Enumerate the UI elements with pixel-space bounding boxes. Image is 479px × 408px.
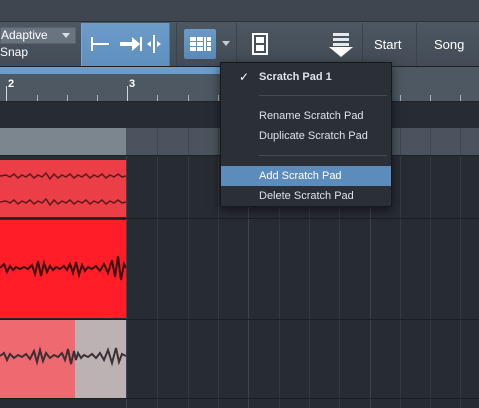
snap-label[interactable]: Snap xyxy=(0,45,28,59)
bar-number: 2 xyxy=(8,78,15,90)
split-tool-icon[interactable] xyxy=(144,33,164,55)
waveform xyxy=(0,346,126,367)
lane-grid-line xyxy=(218,128,219,155)
menu-item-delete-scratch-pad[interactable]: Delete Scratch Pad xyxy=(221,186,391,206)
menu-item-label: Rename Scratch Pad xyxy=(259,110,364,122)
chevron-down-icon[interactable] xyxy=(222,41,230,46)
toolbar-divider xyxy=(362,23,363,66)
waveform xyxy=(0,255,126,281)
beat-grid-line xyxy=(400,155,401,408)
menu-item-rename-scratch-pad[interactable]: Rename Scratch Pad xyxy=(221,106,391,126)
scratch-pad-icon xyxy=(190,37,211,51)
menu-item-label: Delete Scratch Pad xyxy=(259,190,354,202)
loop-range-bar[interactable] xyxy=(0,67,222,74)
lane-grid-line xyxy=(157,128,158,155)
bar-grid-line xyxy=(126,155,127,408)
browser-arrow-down-icon[interactable] xyxy=(329,32,353,58)
toolbar-divider xyxy=(176,23,177,66)
song-page-button[interactable]: Song xyxy=(434,37,464,52)
menu-item-duplicate-scratch-pad[interactable]: Duplicate Scratch Pad xyxy=(221,126,391,146)
beat-grid-line xyxy=(218,155,219,408)
track-separator xyxy=(0,218,479,219)
scratch-pad-button[interactable] xyxy=(184,29,216,59)
start-page-button[interactable]: Start xyxy=(374,37,401,52)
lane-grid-line xyxy=(430,128,431,155)
scratch-pad-menu: ✓ Scratch Pad 1 Rename Scratch Pad Dupli… xyxy=(220,62,392,207)
lane-grid-line xyxy=(400,128,401,155)
bar-marker xyxy=(6,86,7,101)
video-icon[interactable] xyxy=(251,33,269,55)
audio-clip[interactable] xyxy=(0,160,126,217)
chevron-down-icon xyxy=(62,33,70,38)
menu-item-label: Scratch Pad 1 xyxy=(259,71,332,83)
menu-separator xyxy=(259,155,387,156)
arranger-lane-selection[interactable] xyxy=(0,128,126,155)
beat-grid-line xyxy=(188,155,189,408)
menu-item-label: Duplicate Scratch Pad xyxy=(259,130,368,142)
beat-grid-line xyxy=(157,155,158,408)
edit-tools-group xyxy=(81,23,170,66)
quantize-select[interactable]: Adaptive xyxy=(0,27,76,44)
waveform xyxy=(0,171,126,207)
bar-number: 3 xyxy=(129,78,136,90)
menu-item-scratch-pad-1[interactable]: ✓ Scratch Pad 1 xyxy=(221,67,391,87)
toolbar-divider xyxy=(236,23,237,66)
menu-item-add-scratch-pad[interactable]: Add Scratch Pad xyxy=(221,166,391,186)
beat-grid-line xyxy=(460,155,461,408)
lane-grid-line xyxy=(188,128,189,155)
checkmark-icon: ✓ xyxy=(239,70,250,84)
menu-item-label: Add Scratch Pad xyxy=(259,170,342,182)
arrow-right-icon[interactable] xyxy=(118,33,144,55)
toolbar-divider xyxy=(416,23,417,66)
menu-separator xyxy=(259,95,387,96)
track-separator xyxy=(0,398,479,399)
lane-grid-line xyxy=(460,128,461,155)
bar-marker xyxy=(127,86,128,101)
quantize-value: Adaptive xyxy=(1,28,48,42)
beat-grid-line xyxy=(430,155,431,408)
range-tool-icon[interactable] xyxy=(88,33,114,55)
audio-clip[interactable] xyxy=(0,220,126,318)
toolbar-top-strip xyxy=(0,0,479,22)
